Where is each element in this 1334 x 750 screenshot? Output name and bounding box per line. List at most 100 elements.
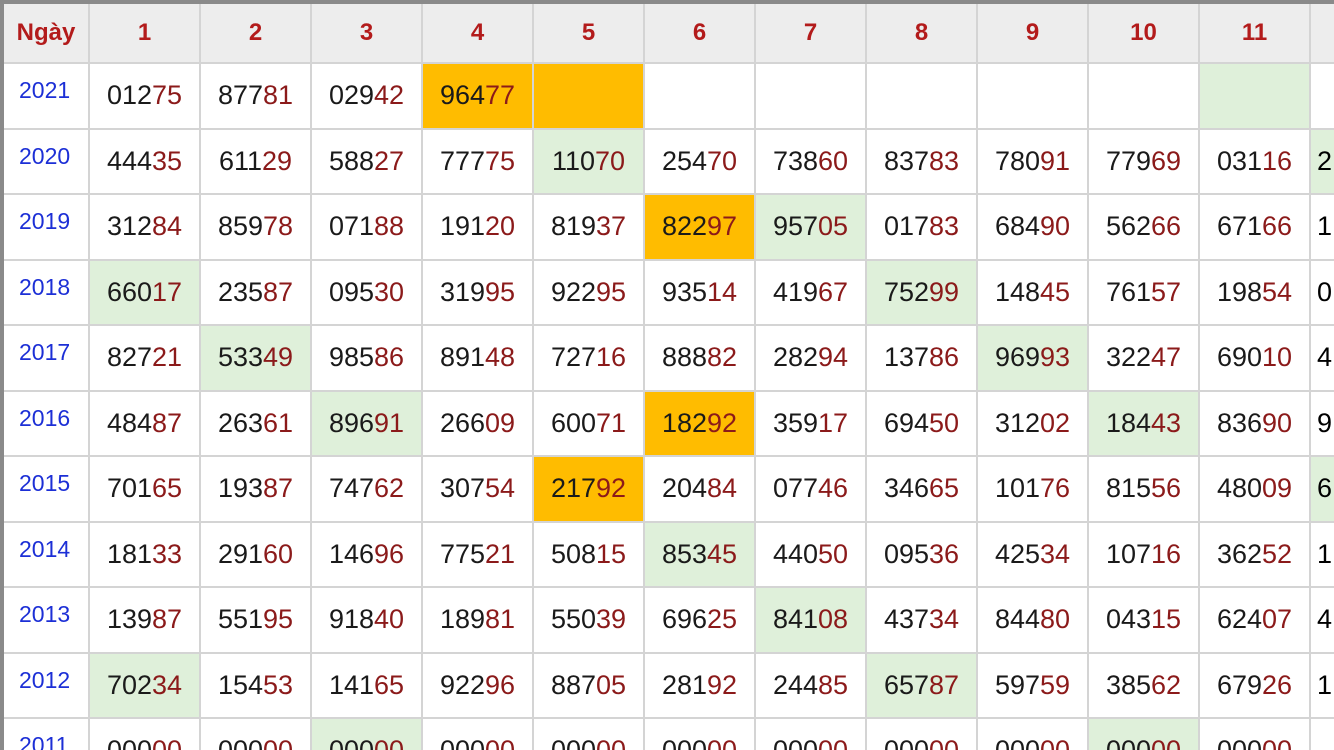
result-digits-tail: 00 <box>263 735 293 750</box>
result-digits-head: 419 <box>772 276 818 307</box>
result-cell: 00000 <box>201 719 312 750</box>
result-digits-tail: 82 <box>707 342 738 373</box>
result-cell <box>1089 64 1200 130</box>
result-cell: 148 45 <box>978 260 1089 326</box>
result-digits-tail: 07 <box>1262 604 1293 635</box>
year-label[interactable]: 2021 <box>4 64 90 130</box>
result-digits-tail: 90 <box>1262 407 1293 438</box>
result-cell: 263 61 <box>201 391 312 457</box>
result-cell: 985 86 <box>312 326 423 392</box>
result-cell: 031 16 <box>1200 129 1311 195</box>
year-label[interactable]: 2014 <box>4 522 90 588</box>
result-digits-tail: 37 <box>596 211 627 242</box>
result-digits-tail: 70 <box>595 145 626 176</box>
result-digits-tail: 09 <box>485 407 516 438</box>
result-cell: 777 75 <box>423 129 534 195</box>
result-digits-tail: 21 <box>152 342 183 373</box>
result-digits-tail: 53 <box>263 669 294 700</box>
year-label[interactable]: 2011 <box>4 719 90 750</box>
result-digits-tail: 34 <box>152 669 183 700</box>
result-digits-head: 484 <box>106 407 152 438</box>
result-cell: 282 94 <box>756 326 867 392</box>
result-cell: 00000 <box>534 719 645 750</box>
result-cell: 853 45 <box>645 522 756 588</box>
result-digits-head: 110 <box>551 145 595 176</box>
result-cell: 684 90 <box>978 195 1089 261</box>
result-digits-head: 263 <box>217 407 263 438</box>
result-cell: 562 66 <box>1089 195 1200 261</box>
result-cell: 154 53 <box>201 653 312 719</box>
result-digits-tail: 45 <box>707 538 738 569</box>
result-digits-tail: 00 <box>818 735 848 750</box>
result-cell: 819 37 <box>534 195 645 261</box>
result-digits-head: 291 <box>217 538 263 569</box>
result-cell: 896 91 <box>312 391 423 457</box>
year-label[interactable]: 2013 <box>4 588 90 654</box>
result-digits-head: 425 <box>994 538 1040 569</box>
result-cell: 198 54 <box>1200 260 1311 326</box>
result-digits-tail: 69 <box>1151 145 1182 176</box>
result-digits-tail: 88 <box>374 211 405 242</box>
result-cell: 747 62 <box>312 457 423 523</box>
day-header-6: 6 <box>645 4 756 64</box>
result-cell: 189 81 <box>423 588 534 654</box>
result-digits-tail: 05 <box>596 669 627 700</box>
result-cell: 095 36 <box>867 522 978 588</box>
result-digits-tail: 61 <box>263 407 294 438</box>
result-digits-tail: 16 <box>1262 145 1293 176</box>
result-digits-head: 761 <box>1105 276 1151 307</box>
result-cell: 841 08 <box>756 588 867 654</box>
result-digits-tail: 93 <box>1040 342 1071 373</box>
result-cell: 480 09 <box>1200 457 1311 523</box>
result-cell: 346 65 <box>867 457 978 523</box>
result-digits-tail: 39 <box>596 604 627 635</box>
result-digits-tail: 83 <box>929 145 960 176</box>
result-digits-head: 775 <box>439 538 485 569</box>
result-digits-tail: 94 <box>818 342 849 373</box>
year-label[interactable]: 2012 <box>4 653 90 719</box>
year-label[interactable]: 2020 <box>4 129 90 195</box>
result-digits-tail: 86 <box>374 342 405 373</box>
result-digits-tail: 78 <box>263 211 294 242</box>
result-cell: 244 85 <box>756 653 867 719</box>
result-digits-tail: 91 <box>1040 145 1071 176</box>
year-label[interactable]: 2016 <box>4 391 90 457</box>
year-label[interactable]: 2019 <box>4 195 90 261</box>
year-label[interactable]: 2017 <box>4 326 90 392</box>
result-cell: 761 57 <box>1089 260 1200 326</box>
result-digits-head: 281 <box>661 669 707 700</box>
year-label[interactable]: 2018 <box>4 260 90 326</box>
result-digits-tail: 90 <box>1040 211 1071 242</box>
result-digits-tail: 02 <box>1040 407 1071 438</box>
result-digits-head: 877 <box>217 80 263 111</box>
result-digits-head: 385 <box>1105 669 1151 700</box>
result-digits-tail: 16 <box>1151 538 1182 569</box>
year-label[interactable]: 2015 <box>4 457 90 523</box>
result-cell: 071 88 <box>312 195 423 261</box>
result-digits-tail: 62 <box>1151 669 1182 700</box>
result-digits-head: 282 <box>772 342 818 373</box>
result-cell: 107 16 <box>1089 522 1200 588</box>
result-digits-head: 107 <box>1105 538 1151 569</box>
result-digits-head: 922 <box>439 669 485 700</box>
result-digits-tail: 00 <box>929 735 959 750</box>
result-digits-tail: 15 <box>596 538 627 569</box>
result-cell: 141 65 <box>312 653 423 719</box>
result-digits-tail: 17 <box>152 276 183 307</box>
result-digits-head: 319 <box>439 276 485 307</box>
result-digits-head: 000 <box>107 735 152 750</box>
result-digits-head: 254 <box>661 145 707 176</box>
result-digits-head: 837 <box>883 145 929 176</box>
result-digits-tail: 87 <box>152 604 183 635</box>
result-digits-head: 887 <box>550 669 596 700</box>
result-cell: 254 70 <box>645 129 756 195</box>
result-digits-tail: 60 <box>263 538 294 569</box>
result-digits-tail: 17 <box>818 407 849 438</box>
result-digits-tail: 87 <box>929 669 960 700</box>
result-digits-tail: 00 <box>707 735 737 750</box>
result-digits-head: 077 <box>772 473 818 504</box>
result-digits-head: 071 <box>328 211 374 242</box>
result-digits-head: 244 <box>772 669 818 700</box>
result-digits-tail: 42 <box>374 80 405 111</box>
result-cell: 0 <box>1311 261 1334 326</box>
